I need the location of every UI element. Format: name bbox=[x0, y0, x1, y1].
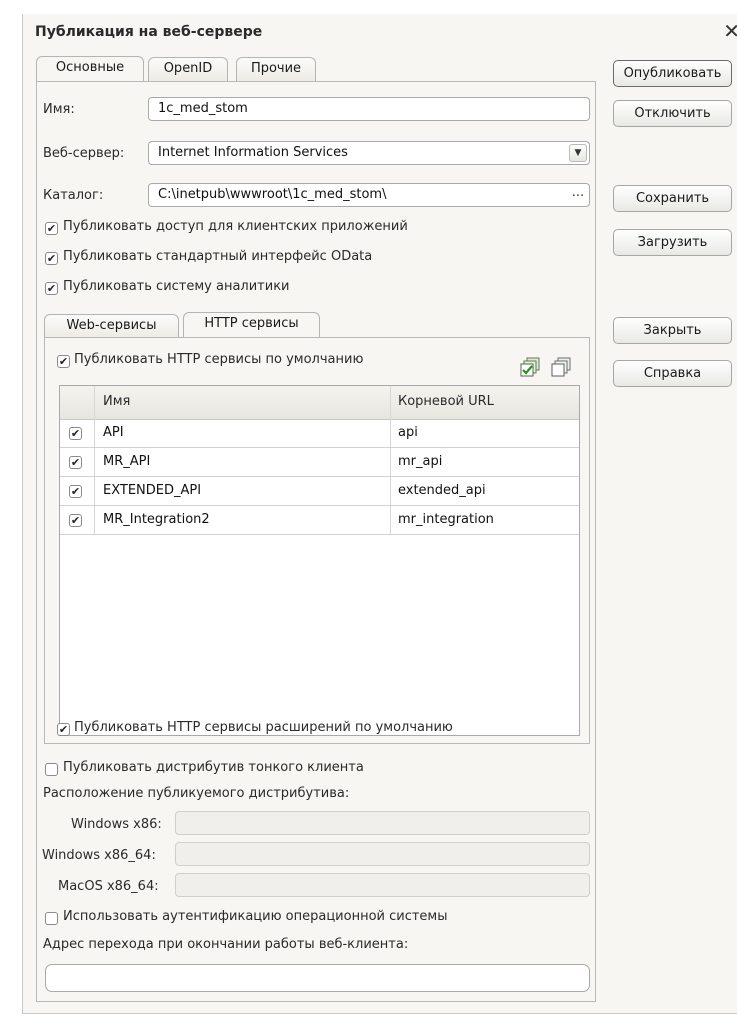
chevron-down-icon[interactable]: ▼ bbox=[569, 144, 587, 162]
name-label: Имя: bbox=[43, 102, 75, 117]
table-row[interactable]: ✔ MR_API mr_api bbox=[60, 448, 579, 477]
column-header-name[interactable]: Имя bbox=[103, 394, 130, 409]
row-url: mr_integration bbox=[398, 512, 494, 527]
windows-x86-64-input[interactable] bbox=[175, 842, 590, 866]
row-url: extended_api bbox=[398, 483, 486, 498]
exit-url-label: Адрес перехода при окончании работы веб-… bbox=[43, 937, 409, 952]
exit-url-input[interactable] bbox=[45, 964, 590, 992]
publish-extensions-checkbox[interactable]: ✔ bbox=[57, 723, 70, 736]
tab-web-services[interactable]: Web-сервисы bbox=[44, 314, 179, 338]
check-all-icon[interactable] bbox=[520, 356, 542, 378]
row-url: api bbox=[398, 425, 418, 440]
row-checkbox[interactable]: ✔ bbox=[69, 427, 82, 440]
row-checkbox[interactable]: ✔ bbox=[69, 485, 82, 498]
dialog-title: Публикация на веб-сервере bbox=[35, 24, 263, 40]
close-button[interactable]: Закрыть bbox=[613, 317, 732, 344]
row-checkbox[interactable]: ✔ bbox=[69, 514, 82, 527]
publish-odata-checkbox[interactable]: ✔ bbox=[45, 252, 58, 265]
windows-x86-64-label: Windows x86_64: bbox=[42, 848, 156, 863]
tab-openid[interactable]: OpenID bbox=[148, 57, 228, 81]
table-row[interactable]: ✔ API api bbox=[60, 419, 579, 448]
row-name: EXTENDED_API bbox=[103, 483, 202, 498]
help-button[interactable]: Справка bbox=[613, 360, 732, 387]
load-button[interactable]: Загрузить bbox=[613, 229, 732, 256]
distrib-location-label: Расположение публикуемого дистрибутива: bbox=[43, 786, 350, 801]
os-auth-label: Использовать аутентификацию операционной… bbox=[63, 909, 448, 924]
publish-analytics-label: Публиковать систему аналитики bbox=[63, 279, 290, 294]
close-icon[interactable]: ✕ bbox=[723, 19, 737, 43]
row-name: API bbox=[103, 425, 124, 440]
row-name: MR_Integration2 bbox=[103, 512, 210, 527]
row-name: MR_API bbox=[103, 454, 151, 469]
tab-main[interactable]: Основные bbox=[36, 56, 144, 82]
publish-button[interactable]: Опубликовать bbox=[613, 60, 732, 87]
publish-extensions-label: Публиковать HTTP сервисы расширений по у… bbox=[74, 720, 453, 735]
webserver-select[interactable]: Internet Information Services ▼ bbox=[148, 141, 590, 165]
macos-x86-64-label: MacOS x86_64: bbox=[58, 879, 159, 894]
webserver-label: Веб-сервер: bbox=[43, 146, 125, 161]
publish-odata-label: Публиковать стандартный интерфейс OData bbox=[63, 249, 373, 264]
os-auth-checkbox[interactable] bbox=[45, 912, 58, 925]
http-services-table: Имя Корневой URL ✔ API api ✔ MR_API mr_a… bbox=[59, 385, 580, 736]
tab-http-services[interactable]: HTTP сервисы bbox=[183, 312, 320, 338]
browse-button[interactable]: ... bbox=[569, 186, 587, 204]
name-input[interactable]: 1c_med_stom bbox=[148, 97, 590, 121]
save-button[interactable]: Сохранить bbox=[613, 185, 732, 212]
publish-http-default-checkbox[interactable]: ✔ bbox=[57, 355, 70, 368]
table-row[interactable]: ✔ MR_Integration2 mr_integration bbox=[60, 506, 579, 535]
column-header-root-url[interactable]: Корневой URL bbox=[398, 394, 494, 409]
publish-client-access-label: Публиковать доступ для клиентских прилож… bbox=[63, 219, 408, 234]
publish-http-default-label: Публиковать HTTP сервисы по умолчанию bbox=[74, 352, 364, 367]
publish-thin-client-checkbox[interactable] bbox=[45, 763, 58, 776]
publish-dialog: Публикация на веб-сервере ✕ Основные Ope… bbox=[22, 14, 737, 1014]
publish-client-access-checkbox[interactable]: ✔ bbox=[45, 222, 58, 235]
row-checkbox[interactable]: ✔ bbox=[69, 456, 82, 469]
title-bar: Публикация на веб-сервере ✕ bbox=[23, 14, 737, 50]
macos-x86-64-input[interactable] bbox=[175, 873, 590, 897]
catalog-input[interactable]: C:\inetpub\wwwroot\1c_med_stom\ ... bbox=[148, 183, 590, 207]
windows-x86-input[interactable] bbox=[175, 811, 590, 835]
tab-other[interactable]: Прочие bbox=[236, 57, 316, 81]
windows-x86-label: Windows x86: bbox=[71, 817, 162, 832]
catalog-label: Каталог: bbox=[43, 188, 104, 203]
table-header: Имя Корневой URL bbox=[60, 386, 579, 420]
uncheck-all-icon[interactable] bbox=[551, 356, 573, 378]
webserver-value: Internet Information Services bbox=[158, 145, 348, 160]
disable-button[interactable]: Отключить bbox=[613, 100, 732, 127]
publish-analytics-checkbox[interactable]: ✔ bbox=[45, 282, 58, 295]
publish-thin-client-label: Публиковать дистрибутив тонкого клиента bbox=[63, 760, 364, 775]
row-url: mr_api bbox=[398, 454, 443, 469]
table-row[interactable]: ✔ EXTENDED_API extended_api bbox=[60, 477, 579, 506]
catalog-value: C:\inetpub\wwwroot\1c_med_stom\ bbox=[158, 187, 387, 202]
